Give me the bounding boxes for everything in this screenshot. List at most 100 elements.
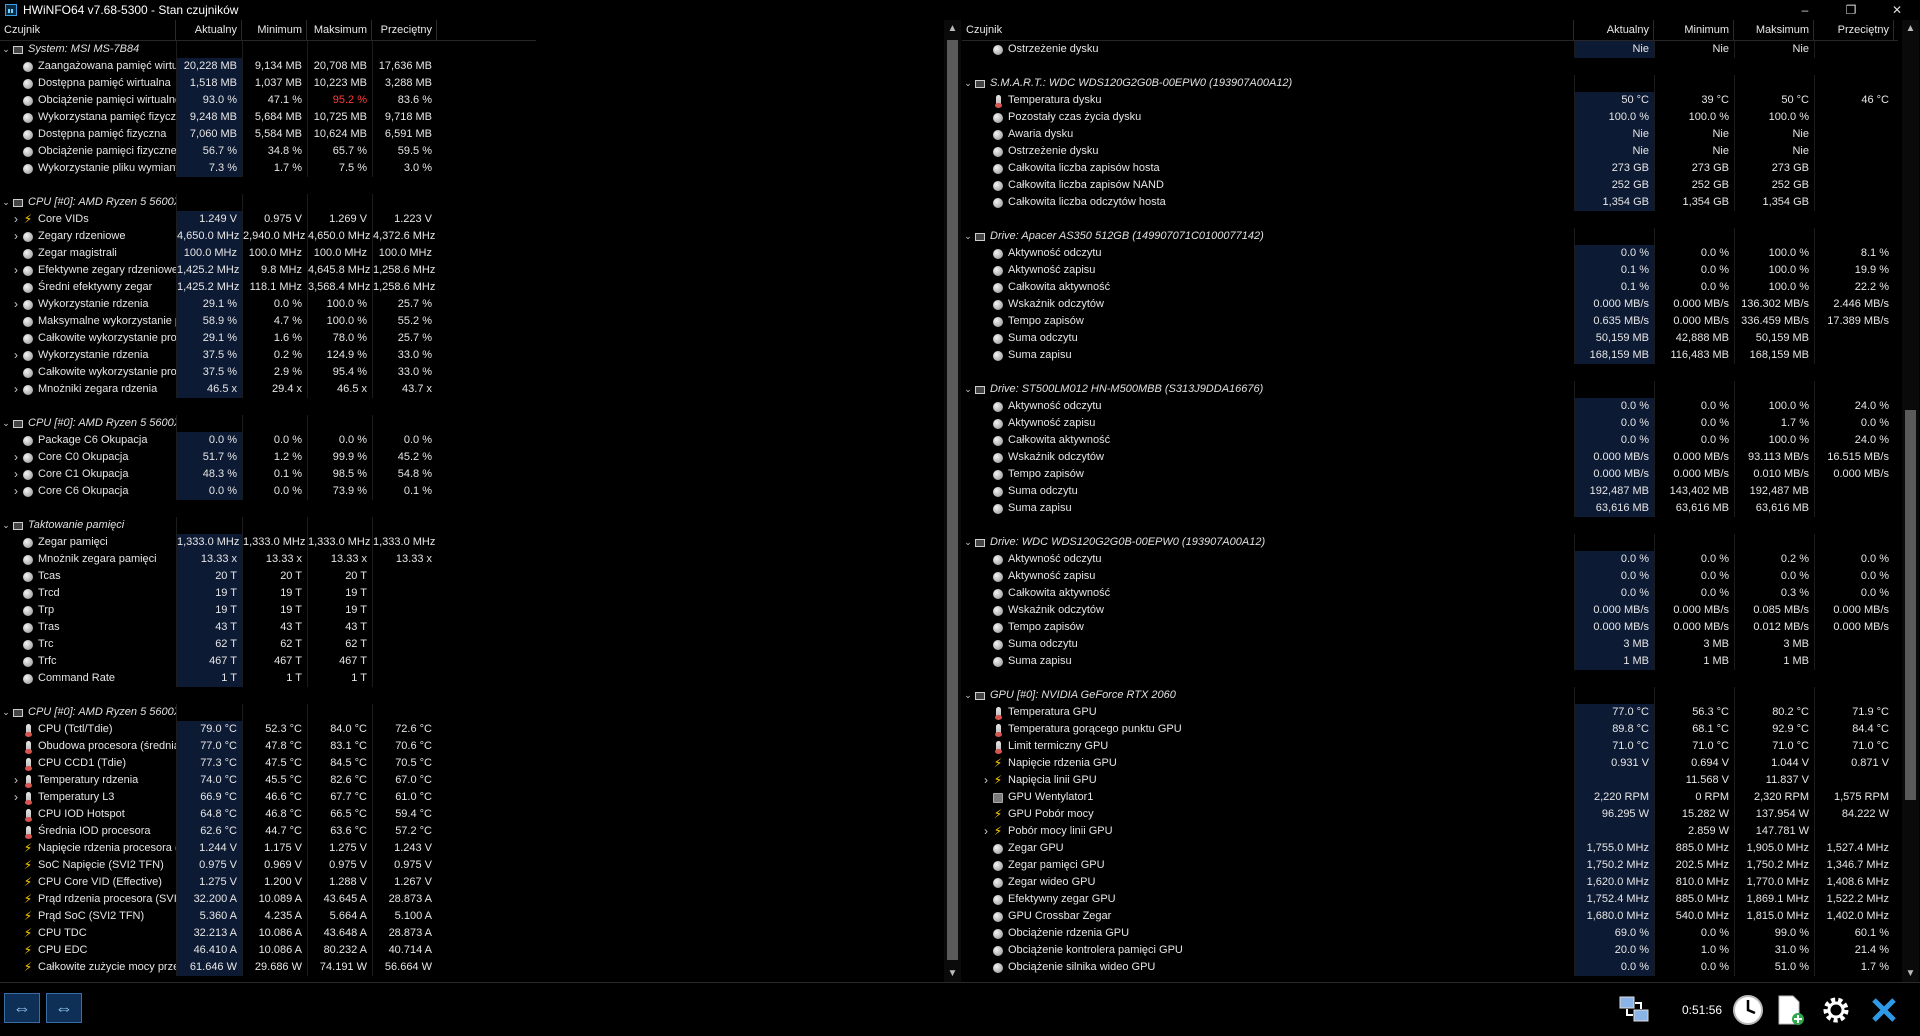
sensor-row[interactable]: Package C6 Okupacja 0.0 % 0.0 % 0.0 % 0.0 %	[0, 432, 536, 449]
sensor-row[interactable]: CPU IOD Hotspot 64.8 °C 46.8 °C 66.5 °C 59.4…	[0, 806, 536, 823]
scrollbar-right[interactable]: ▲ ▼	[1902, 20, 1919, 982]
sensor-row[interactable]: CPU CCD1 (Tdie) 77.3 °C 47.5 °C 84.5 °C 70.5…	[0, 755, 536, 772]
sensor-row[interactable]: › Core C1 Okupacja 48.3 % 0.1 % 98.5 % 54.8 %	[0, 466, 536, 483]
sensor-row[interactable]: Całkowite wykorzystanie procesora37.5 %2…	[0, 364, 536, 381]
column-average[interactable]: Przeciętny	[1814, 20, 1894, 40]
sensor-row[interactable]: › Temperatury rdzenia 74.0 °C 45.5 °C 82.6 °…	[0, 772, 536, 789]
sensor-row[interactable]: GPU Wentylator1 2,220 RPM 0 RPM 2,320 RPM 1,…	[962, 789, 1898, 806]
sensor-row[interactable]: › ⚡ Napięcia linii GPU 11.568 V 11.837 V	[962, 772, 1898, 789]
sensor-row[interactable]: Command Rate 1 T1 T1 T	[0, 670, 536, 687]
sensor-row[interactable]: Wskaźnik odczytów 0.000 MB/s 0.000 MB/s 0.0…	[962, 602, 1898, 619]
expand-chevron-icon[interactable]: ›	[10, 449, 22, 466]
sensor-group-header[interactable]: ⌄ S.M.A.R.T.: WDC WDS120G2G0B-00EPW0 (193…	[962, 75, 1898, 92]
sensor-row[interactable]: Średni efektywny zegar 1,425.2 MHz 118.1 M…	[0, 279, 536, 296]
sensor-row[interactable]: Wskaźnik odczytów 0.000 MB/s 0.000 MB/s 93.…	[962, 449, 1898, 466]
sensor-row[interactable]: Całkowita liczba odczytów hosta 1,354 GB 1…	[962, 194, 1898, 211]
minimize-button[interactable]: –	[1782, 0, 1828, 20]
sensor-row[interactable]: Dostępna pamięć wirtualna 1,518 MB 1,037 M…	[0, 75, 536, 92]
sensor-group-header[interactable]: ⌄ System: MSI MS-7B84	[0, 41, 536, 58]
sensor-row[interactable]: CPU (Tctl/Tdie) 79.0 °C 52.3 °C 84.0 °C 72.6…	[0, 721, 536, 738]
sensor-row[interactable]: Tcas 20 T 20 T 20 T	[0, 568, 536, 585]
expand-chevron-icon[interactable]: ›	[10, 772, 22, 789]
sensor-row[interactable]: › Temperatury L3 66.9 °C 46.6 °C 67.7 °C 61.0…	[0, 789, 536, 806]
collapse-chevron-icon[interactable]: ⌄	[962, 228, 974, 245]
double-arrow-left-icon[interactable]: ⇔	[46, 993, 82, 1023]
sensor-row[interactable]: › Core C6 Okupacja 0.0 % 0.0 % 73.9 % 0.1 %	[0, 483, 536, 500]
sensor-row[interactable]: Obciążenie pamięci wirtualnej 93.0 % 47.1 …	[0, 92, 536, 109]
sensor-row[interactable]: Zaangażowana pamięć wirtualna20,228 MB9,…	[0, 58, 536, 75]
clock-icon[interactable]	[1730, 993, 1766, 1027]
scroll-down-arrow-icon[interactable]: ▼	[944, 965, 961, 982]
sensor-row[interactable]: Obciążenie silnika wideo GPU 0.0 % 0.0 % 51…	[962, 959, 1898, 976]
sensor-row[interactable]: Tempo zapisów 0.000 MB/s 0.000 MB/s 0.012 M…	[962, 619, 1898, 636]
sensor-row[interactable]: › Mnożniki zegara rdzenia 46.5 x 29.4 x 46.5…	[0, 381, 536, 398]
sensor-row[interactable]: ⚡ CPU Core VID (Effective) 1.275 V 1.200 V1…	[0, 874, 536, 891]
sensor-row[interactable]: Wskaźnik odczytów 0.000 MB/s 0.000 MB/s 136…	[962, 296, 1898, 313]
sensor-row[interactable]: › Efektywne zegary rdzeniowe 1,425.2 MHz 9.…	[0, 262, 536, 279]
sensor-row[interactable]: Temperatura gorącego punktu GPU 89.8 °C 68…	[962, 721, 1898, 738]
sensor-row[interactable]: Wykorzystana pamięć fizyczna 9,248 MB 5,68…	[0, 109, 536, 126]
sensor-group-header[interactable]: ⌄ Taktowanie pamięci	[0, 517, 536, 534]
scroll-thumb[interactable]	[1905, 410, 1916, 800]
sensor-row[interactable]: Trcd 19 T 19 T 19 T	[0, 585, 536, 602]
column-sensor[interactable]: Czujnik	[0, 20, 176, 40]
scroll-up-arrow-icon[interactable]: ▲	[1902, 20, 1919, 37]
expand-chevron-icon[interactable]: ›	[10, 296, 22, 313]
sensor-row[interactable]: › Wykorzystanie rdzenia 29.1 % 0.0 % 100.0 %…	[0, 296, 536, 313]
sensor-row[interactable]: Obudowa procesora (średnia) 77.0 °C 47.8 °…	[0, 738, 536, 755]
scroll-down-arrow-icon[interactable]: ▼	[1902, 965, 1919, 982]
sensor-row[interactable]: Całkowita aktywność 0.1 % 0.0 % 100.0 % 22.2…	[962, 279, 1898, 296]
sensor-row[interactable]: Aktywność odczytu 0.0 % 0.0 % 100.0 % 24.0 %	[962, 398, 1898, 415]
sensor-row[interactable]: Tempo zapisów 0.000 MB/s 0.000 MB/s 0.010 M…	[962, 466, 1898, 483]
sensor-row[interactable]: Aktywność zapisu 0.0 % 0.0 % 1.7 % 0.0 %	[962, 415, 1898, 432]
collapse-chevron-icon[interactable]: ⌄	[962, 534, 974, 551]
add-report-icon[interactable]	[1772, 993, 1808, 1027]
sensor-row[interactable]: Trc 62 T 62 T 62 T	[0, 636, 536, 653]
sensor-row[interactable]: Suma zapisu 1 MB 1 MB 1 MB	[962, 653, 1898, 670]
expand-chevron-icon[interactable]: ›	[10, 381, 22, 398]
sensor-row[interactable]: Obciążenie pamięci fizycznej 56.7 % 34.8 %…	[0, 143, 536, 160]
sensor-row[interactable]: ⚡ GPU Pobór mocy 96.295 W 15.282 W 137.954 W…	[962, 806, 1898, 823]
sensor-row[interactable]: Średnia IOD procesora 62.6 °C 44.7 °C 63.6 …	[0, 823, 536, 840]
sensor-row[interactable]: Tras 43 T 43 T 43 T	[0, 619, 536, 636]
sensor-row[interactable]: Zegar pamięci GPU 1,750.2 MHz 202.5 MHz 1,7…	[962, 857, 1898, 874]
restore-button[interactable]: ❐	[1828, 0, 1874, 20]
column-current[interactable]: Aktualny	[176, 20, 242, 40]
sensor-row[interactable]: Całkowita liczba zapisów NAND 252 GB 252 G…	[962, 177, 1898, 194]
expand-chevron-icon[interactable]: ›	[10, 262, 22, 279]
expand-chevron-icon[interactable]: ›	[10, 347, 22, 364]
sensor-row[interactable]: Awaria dysku Nie Nie Nie	[962, 126, 1898, 143]
sensor-row[interactable]: Suma odczytu 192,487 MB 143,402 MB 192,487 …	[962, 483, 1898, 500]
sensor-row[interactable]: Całkowita aktywność 0.0 % 0.0 % 100.0 % 24.0…	[962, 432, 1898, 449]
sensor-row[interactable]: Całkowita liczba zapisów hosta 273 GB 273 …	[962, 160, 1898, 177]
sensor-group-header[interactable]: ⌄ CPU [#0]: AMD Ryzen 5 5600X: C-State Ok…	[0, 415, 536, 432]
sensor-row[interactable]: Trp 19 T 19 T 19 T	[0, 602, 536, 619]
column-maximum[interactable]: Maksimum	[1734, 20, 1814, 40]
sensor-row[interactable]: › ⚡ Pobór mocy linii GPU 2.859 W 147.781 W	[962, 823, 1898, 840]
expand-chevron-icon[interactable]: ›	[10, 211, 22, 228]
sensor-row[interactable]: Obciążenie kontrolera pamięci GPU 20.0 % 1…	[962, 942, 1898, 959]
sensor-row[interactable]: Wykorzystanie pliku wymiany 7.3 % 1.7 % 7.5…	[0, 160, 536, 177]
sensor-row[interactable]: Dostępna pamięć fizyczna 7,060 MB 5,584 MB…	[0, 126, 536, 143]
sensor-group-header[interactable]: ⌄ Drive: WDC WDS120G2G0B-00EPW0 (193907A0…	[962, 534, 1898, 551]
scrollbar-left[interactable]: ▲ ▼	[944, 20, 961, 982]
collapse-chevron-icon[interactable]: ⌄	[0, 517, 12, 534]
sensor-row[interactable]: Maksymalne wykorzystanie proc...58.9 %4.…	[0, 313, 536, 330]
sensor-row[interactable]: Całkowite wykorzystanie procesora29.1 %1…	[0, 330, 536, 347]
expand-chevron-icon[interactable]: ›	[980, 823, 992, 840]
sensor-row[interactable]: ⚡ CPU TDC 32.213 A 10.086 A 43.648 A 28.873 A	[0, 925, 536, 942]
sensor-group-header[interactable]: ⌄ GPU [#0]: NVIDIA GeForce RTX 2060	[962, 687, 1898, 704]
sensor-row[interactable]: Suma odczytu 3 MB 3 MB 3 MB	[962, 636, 1898, 653]
network-icon[interactable]	[1616, 993, 1652, 1027]
sensor-row[interactable]: › ⚡ Core VIDs 1.249 V 0.975 V 1.269 V 1.223 V	[0, 211, 536, 228]
close-x-icon[interactable]	[1866, 993, 1902, 1027]
sensor-row[interactable]: ⚡ Prąd rdzenia procesora (SVI2 TFN)32.200…	[0, 891, 536, 908]
sensor-row[interactable]: Ostrzeżenie dysku Nie Nie Nie	[962, 143, 1898, 160]
sensor-row[interactable]: Aktywność odczytu 0.0 % 0.0 % 0.2 % 0.0 %	[962, 551, 1898, 568]
collapse-chevron-icon[interactable]: ⌄	[0, 194, 12, 211]
sensor-row[interactable]: Suma odczytu 50,159 MB 42,888 MB 50,159 MB	[962, 330, 1898, 347]
collapse-chevron-icon[interactable]: ⌄	[962, 687, 974, 704]
sensor-row[interactable]: ⚡ CPU EDC 46.410 A 10.086 A 80.232 A 40.714 A	[0, 942, 536, 959]
sensor-row[interactable]: Pozostały czas życia dysku 100.0 % 100.0 %…	[962, 109, 1898, 126]
sensor-row[interactable]: › Zegary rdzeniowe 4,650.0 MHz 2,940.0 MHz 4…	[0, 228, 536, 245]
